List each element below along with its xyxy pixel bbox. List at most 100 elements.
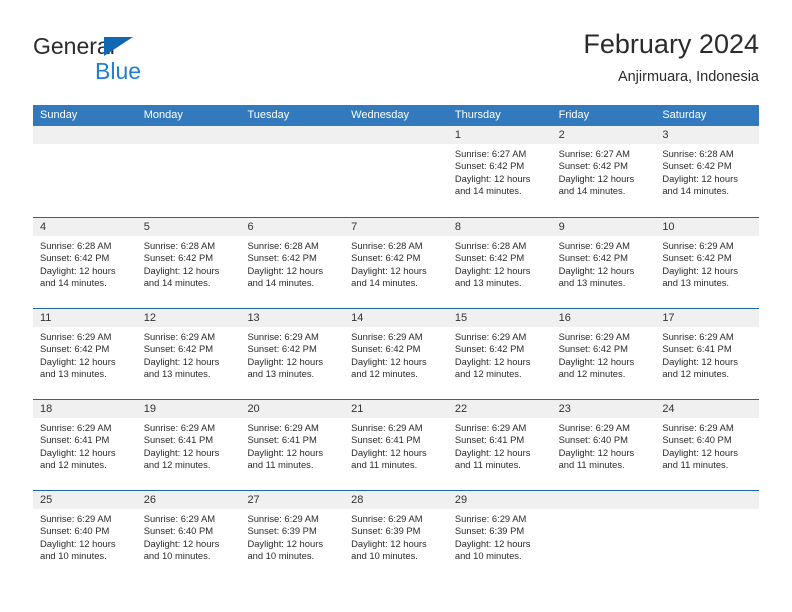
day-details: Sunrise: 6:29 AM Sunset: 6:40 PM Daylight:… xyxy=(137,509,241,563)
day-number: 9 xyxy=(551,218,656,236)
day-cell[interactable]: 3 Sunrise: 6:28 AM Sunset: 6:42 PM Daylight… xyxy=(655,126,760,217)
sunrise-text: Sunrise: 6:29 AM xyxy=(143,331,216,342)
day-number: 6 xyxy=(240,218,345,236)
day-number: 4 xyxy=(33,218,137,236)
day-cell[interactable]: 26 Sunrise: 6:29 AM Sunset: 6:40 PM Dayligh… xyxy=(136,491,241,581)
sunset-text: Sunset: 6:42 PM xyxy=(558,252,628,264)
weekday-header-saturday: Saturday xyxy=(662,109,707,121)
day-number: 1 xyxy=(447,126,552,144)
sunset-text: Sunset: 6:40 PM xyxy=(40,525,110,537)
day-cell[interactable]: 18 Sunrise: 6:29 AM Sunset: 6:41 PM Dayligh… xyxy=(33,400,137,490)
day-details: Sunrise: 6:29 AM Sunset: 6:42 PM Daylight:… xyxy=(33,327,137,381)
day-cell-empty xyxy=(33,126,137,217)
day-number: 26 xyxy=(136,491,241,509)
daylight-text-line1: Daylight: 12 hours xyxy=(454,446,531,458)
day-cell[interactable]: 1 Sunrise: 6:27 AM Sunset: 6:42 PM Daylight… xyxy=(447,126,552,217)
daylight-text-line1: Daylight: 12 hours xyxy=(40,355,116,367)
daylight-text-line1: Daylight: 12 hours xyxy=(558,446,635,458)
day-cell[interactable]: 23 Sunrise: 6:29 AM Sunset: 6:40 PM Dayligh… xyxy=(551,400,656,490)
day-details: Sunrise: 6:29 AM Sunset: 6:42 PM Daylight:… xyxy=(655,236,759,290)
day-cell[interactable]: 14 Sunrise: 6:29 AM Sunset: 6:42 PM Dayligh… xyxy=(344,309,448,399)
sunrise-text: Sunrise: 6:29 AM xyxy=(558,240,630,251)
day-cell[interactable]: 28 Sunrise: 6:29 AM Sunset: 6:39 PM Dayligh… xyxy=(344,491,448,581)
day-cell[interactable]: 17 Sunrise: 6:29 AM Sunset: 6:41 PM Dayligh… xyxy=(655,309,760,399)
day-cell[interactable]: 2 Sunrise: 6:27 AM Sunset: 6:42 PM Daylight… xyxy=(551,126,656,217)
day-details: Sunrise: 6:27 AM Sunset: 6:42 PM Daylight:… xyxy=(552,144,656,198)
calendar-weeks: 1 Sunrise: 6:27 AM Sunset: 6:42 PM Daylight… xyxy=(33,126,760,581)
daylight-text-line2: and 12 minutes. xyxy=(558,368,626,380)
day-number: 24 xyxy=(655,400,760,418)
sunset-text: Sunset: 6:40 PM xyxy=(143,525,214,537)
weekday-header-row: Sunday Monday Tuesday Wednesday Thursday… xyxy=(33,105,759,126)
sunset-text: Sunset: 6:42 PM xyxy=(454,160,525,172)
sunset-text: Sunset: 6:40 PM xyxy=(558,434,628,446)
sunset-text: Sunset: 6:42 PM xyxy=(454,343,525,355)
sunset-text: Sunset: 6:41 PM xyxy=(143,434,214,446)
day-details: Sunrise: 6:29 AM Sunset: 6:39 PM Daylight:… xyxy=(240,509,344,563)
daylight-text-line2: and 11 minutes. xyxy=(558,459,625,471)
day-number: 23 xyxy=(551,400,656,418)
day-cell[interactable]: 5 Sunrise: 6:28 AM Sunset: 6:42 PM Daylight… xyxy=(136,218,241,308)
daylight-text-line2: and 13 minutes. xyxy=(247,368,315,380)
daylight-text-line1: Daylight: 12 hours xyxy=(662,264,738,276)
day-cell[interactable]: 8 Sunrise: 6:28 AM Sunset: 6:42 PM Daylight… xyxy=(447,218,552,308)
daylight-text-line1: Daylight: 12 hours xyxy=(454,172,531,184)
sunset-text: Sunset: 6:42 PM xyxy=(662,252,732,264)
day-details: Sunrise: 6:29 AM Sunset: 6:41 PM Daylight:… xyxy=(344,418,448,472)
day-number: 15 xyxy=(447,309,552,327)
sunrise-text: Sunrise: 6:28 AM xyxy=(351,240,423,251)
page-subtitle: Anjirmuara, Indonesia xyxy=(617,69,759,85)
sunset-text: Sunset: 6:42 PM xyxy=(247,343,317,355)
day-cell[interactable]: 29 Sunrise: 6:29 AM Sunset: 6:39 PM Dayligh… xyxy=(447,491,552,581)
day-cell-empty xyxy=(344,126,448,217)
calendar-week-row: 25 Sunrise: 6:29 AM Sunset: 6:40 PM Dayligh… xyxy=(33,490,760,581)
day-cell[interactable]: 19 Sunrise: 6:29 AM Sunset: 6:41 PM Dayligh… xyxy=(136,400,241,490)
daylight-text-line1: Daylight: 12 hours xyxy=(662,355,738,367)
day-cell[interactable]: 24 Sunrise: 6:29 AM Sunset: 6:40 PM Dayligh… xyxy=(655,400,760,490)
day-cell[interactable]: 11 Sunrise: 6:29 AM Sunset: 6:42 PM Dayligh… xyxy=(33,309,137,399)
day-cell[interactable]: 10 Sunrise: 6:29 AM Sunset: 6:42 PM Dayligh… xyxy=(655,218,760,308)
daylight-text-line2: and 13 minutes. xyxy=(143,368,211,380)
day-details: Sunrise: 6:29 AM Sunset: 6:40 PM Daylight:… xyxy=(552,418,656,472)
day-cell[interactable]: 22 Sunrise: 6:29 AM Sunset: 6:41 PM Dayligh… xyxy=(447,400,552,490)
daylight-text-line2: and 14 minutes. xyxy=(40,277,107,289)
day-cell[interactable]: 27 Sunrise: 6:29 AM Sunset: 6:39 PM Dayligh… xyxy=(240,491,345,581)
day-cell[interactable]: 16 Sunrise: 6:29 AM Sunset: 6:42 PM Dayligh… xyxy=(551,309,656,399)
daylight-text-line1: Daylight: 12 hours xyxy=(40,446,116,458)
day-cell-empty xyxy=(551,491,656,581)
calendar-week-row: 11 Sunrise: 6:29 AM Sunset: 6:42 PM Dayligh… xyxy=(33,308,760,399)
day-cell[interactable]: 25 Sunrise: 6:29 AM Sunset: 6:40 PM Dayligh… xyxy=(33,491,137,581)
day-cell[interactable]: 4 Sunrise: 6:28 AM Sunset: 6:42 PM Daylight… xyxy=(33,218,137,308)
day-cell[interactable]: 6 Sunrise: 6:28 AM Sunset: 6:42 PM Daylight… xyxy=(240,218,345,308)
day-number: 7 xyxy=(344,218,448,236)
sunset-text: Sunset: 6:42 PM xyxy=(40,252,110,264)
daylight-text-line2: and 12 minutes. xyxy=(351,368,418,380)
sunrise-text: Sunrise: 6:29 AM xyxy=(662,331,734,342)
daylight-text-line1: Daylight: 12 hours xyxy=(247,446,324,458)
weekday-header-sunday: Sunday xyxy=(40,109,78,121)
day-details: Sunrise: 6:27 AM Sunset: 6:42 PM Daylight:… xyxy=(448,144,552,198)
daylight-text-line2: and 13 minutes. xyxy=(40,368,107,380)
day-cell[interactable]: 21 Sunrise: 6:29 AM Sunset: 6:41 PM Dayligh… xyxy=(344,400,448,490)
triangle-icon xyxy=(104,37,133,56)
sunrise-text: Sunrise: 6:28 AM xyxy=(40,240,112,251)
daylight-text-line1: Daylight: 12 hours xyxy=(40,537,116,549)
daylight-text-line1: Daylight: 12 hours xyxy=(662,446,738,458)
day-cell[interactable]: 12 Sunrise: 6:29 AM Sunset: 6:42 PM Dayligh… xyxy=(136,309,241,399)
day-cell[interactable]: 7 Sunrise: 6:28 AM Sunset: 6:42 PM Daylight… xyxy=(344,218,448,308)
calendar-week-row: 18 Sunrise: 6:29 AM Sunset: 6:41 PM Dayligh… xyxy=(33,399,760,490)
day-details: Sunrise: 6:29 AM Sunset: 6:41 PM Daylight:… xyxy=(33,418,137,472)
day-cell[interactable]: 15 Sunrise: 6:29 AM Sunset: 6:42 PM Dayligh… xyxy=(447,309,552,399)
sunset-text: Sunset: 6:41 PM xyxy=(351,434,421,446)
day-cell[interactable]: 9 Sunrise: 6:29 AM Sunset: 6:42 PM Daylight… xyxy=(551,218,656,308)
day-cell[interactable]: 20 Sunrise: 6:29 AM Sunset: 6:41 PM Dayligh… xyxy=(240,400,345,490)
daylight-text-line1: Daylight: 12 hours xyxy=(454,355,531,367)
weekday-header-wednesday: Wednesday xyxy=(351,109,410,121)
sunrise-text: Sunrise: 6:29 AM xyxy=(454,331,527,342)
day-details: Sunrise: 6:29 AM Sunset: 6:41 PM Daylight:… xyxy=(655,327,759,381)
day-cell-empty xyxy=(136,126,241,217)
sunset-text: Sunset: 6:40 PM xyxy=(662,434,732,446)
day-cell-empty xyxy=(240,126,345,217)
day-cell[interactable]: 13 Sunrise: 6:29 AM Sunset: 6:42 PM Dayligh… xyxy=(240,309,345,399)
sunrise-text: Sunrise: 6:27 AM xyxy=(454,148,527,159)
